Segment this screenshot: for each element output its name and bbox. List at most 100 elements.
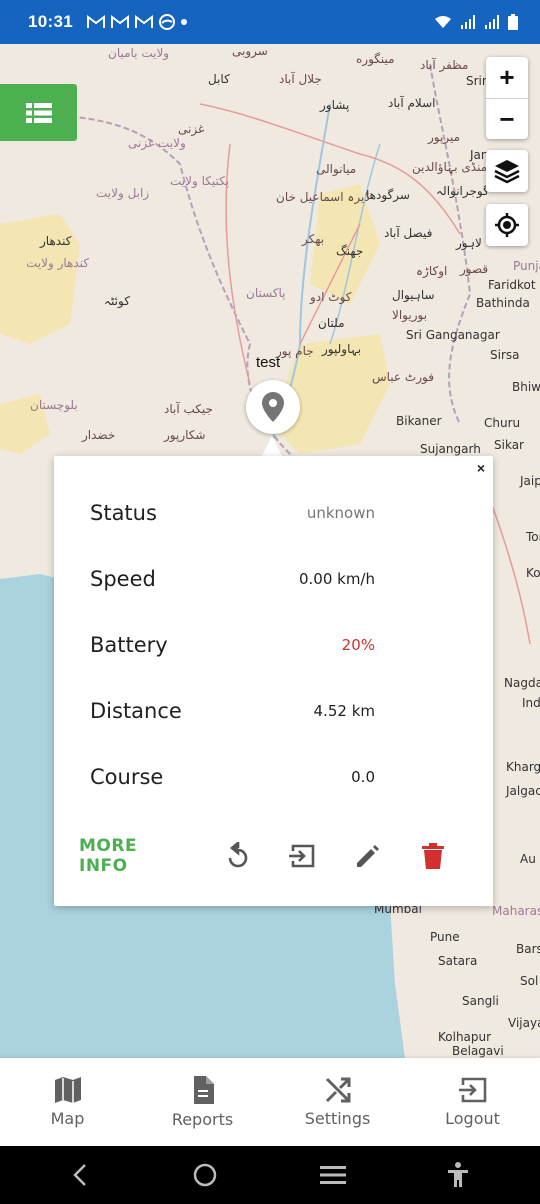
system-icons bbox=[434, 14, 518, 30]
home-icon[interactable] bbox=[192, 1162, 218, 1188]
gmail-icon bbox=[86, 15, 105, 28]
map-label: قصور bbox=[460, 262, 489, 276]
nav-settings[interactable]: Settings bbox=[270, 1058, 405, 1146]
map-label: Sirsa bbox=[490, 348, 520, 362]
zoom-out-button[interactable]: − bbox=[486, 98, 528, 139]
device-popup: × Status unknown Speed 0.00 km/h Battery… bbox=[54, 456, 493, 906]
map-label: Churu bbox=[484, 416, 521, 430]
map-label: Faridkot bbox=[488, 278, 536, 292]
row-value: 0.0 bbox=[351, 768, 375, 786]
logout-icon bbox=[458, 1077, 486, 1102]
row-key: Battery bbox=[90, 633, 168, 657]
description-icon bbox=[193, 1075, 214, 1104]
info-row-speed: Speed 0.00 km/h bbox=[90, 564, 375, 594]
map-label: Sikar bbox=[494, 438, 524, 452]
map-label: ولایت غزنی bbox=[128, 136, 186, 150]
map-label: Belagavi bbox=[452, 1044, 504, 1058]
marker-label: test bbox=[256, 354, 281, 371]
map-label: پشاور bbox=[320, 98, 350, 112]
map-label: بلوچستان bbox=[30, 398, 78, 412]
map-label: کوئٹہ bbox=[104, 294, 130, 308]
back-icon[interactable] bbox=[71, 1163, 91, 1187]
nav-label: Settings bbox=[304, 1108, 371, 1128]
map-label: میانوالی bbox=[316, 162, 357, 176]
place-icon bbox=[262, 392, 284, 422]
map-label: شکارپور bbox=[164, 428, 206, 442]
status-time: 10:31 bbox=[28, 12, 73, 31]
map-label: Bathinda bbox=[476, 296, 530, 310]
map-label: لاہور bbox=[456, 236, 482, 250]
map-label: اوکاڑہ bbox=[416, 264, 448, 278]
row-value: 20% bbox=[341, 636, 375, 654]
row-key: Status bbox=[90, 501, 157, 525]
command-icon bbox=[288, 844, 315, 868]
recents-icon[interactable] bbox=[319, 1165, 346, 1185]
accessibility-icon[interactable] bbox=[447, 1162, 469, 1188]
map-label: پاکستان bbox=[246, 286, 286, 300]
map-label: Vijaya bbox=[508, 1016, 540, 1030]
map-label: Sangli bbox=[462, 994, 499, 1008]
map-label: اسلام آباد bbox=[388, 96, 436, 110]
map-label: خضدار bbox=[82, 428, 116, 442]
my-location-button[interactable] bbox=[486, 204, 528, 246]
map-label: سروبی bbox=[232, 44, 268, 58]
status-bar: 10:31 bbox=[0, 0, 540, 44]
wifi-icon bbox=[435, 16, 451, 28]
row-key: Course bbox=[90, 765, 164, 789]
map-label: جیکب آباد bbox=[164, 402, 213, 416]
map-label: میرپور bbox=[428, 130, 461, 144]
edit-button[interactable] bbox=[349, 838, 388, 874]
map-label: منڈی بہاؤالدین bbox=[412, 160, 488, 174]
zoom-in-button[interactable]: + bbox=[486, 57, 528, 98]
info-row-status: Status unknown bbox=[90, 498, 375, 528]
device-list-button[interactable] bbox=[0, 84, 77, 141]
close-popup-button[interactable]: × bbox=[477, 460, 485, 476]
signal-icon bbox=[485, 15, 499, 29]
nav-label: Logout bbox=[445, 1108, 500, 1128]
list-icon bbox=[25, 102, 52, 123]
map-label: Bhiwa bbox=[512, 380, 540, 394]
layers-button[interactable] bbox=[486, 150, 528, 192]
map-label: بھکر bbox=[302, 232, 325, 246]
map-label: Jalgac bbox=[506, 784, 540, 798]
command-button[interactable] bbox=[283, 838, 322, 874]
map-label: زابل ولایت bbox=[96, 186, 150, 200]
map-label: سرگودھا bbox=[366, 188, 410, 202]
map-label: غزنی bbox=[178, 122, 205, 136]
map-label: جلال آباد bbox=[279, 72, 322, 86]
popup-pointer bbox=[262, 436, 282, 456]
map-label: کوٹ ادو bbox=[310, 290, 352, 304]
map-label: بہاولپور bbox=[322, 342, 362, 356]
row-value: 4.52 km bbox=[313, 702, 375, 720]
map-label: Tor bbox=[526, 530, 540, 544]
dot-icon bbox=[180, 19, 187, 25]
map-label: Maharash bbox=[492, 904, 540, 918]
system-navigation bbox=[0, 1146, 540, 1204]
bottom-navigation: Map Reports Settings Logout bbox=[0, 1058, 540, 1146]
map-label: ملتان bbox=[318, 316, 345, 330]
battery-icon bbox=[508, 14, 518, 30]
locate-icon bbox=[495, 213, 519, 237]
map-label: مظفر آباد bbox=[420, 58, 469, 72]
nav-label: Map bbox=[50, 1108, 85, 1128]
map-label: Kolhapur bbox=[438, 1030, 492, 1044]
shuffle-icon bbox=[325, 1077, 350, 1102]
delete-button[interactable] bbox=[414, 838, 453, 874]
map-icon bbox=[54, 1076, 81, 1103]
map-label: ولایت بامیان bbox=[108, 46, 170, 60]
nav-map[interactable]: Map bbox=[0, 1058, 135, 1146]
replay-button[interactable] bbox=[218, 838, 257, 874]
map-label: ساہیوال bbox=[392, 288, 435, 302]
edit-icon bbox=[357, 845, 380, 867]
zoom-control: + − bbox=[486, 57, 528, 139]
map-label: Bikaner bbox=[396, 414, 442, 428]
device-marker[interactable] bbox=[246, 380, 300, 434]
row-value: unknown bbox=[306, 504, 375, 522]
nav-logout[interactable]: Logout bbox=[405, 1058, 540, 1146]
browser-icon bbox=[158, 14, 175, 30]
row-key: Distance bbox=[90, 699, 182, 723]
map-label: کابل bbox=[208, 72, 230, 86]
map-label: Khargo bbox=[506, 760, 540, 774]
more-info-button[interactable]: MORE INFO bbox=[79, 836, 190, 876]
nav-reports[interactable]: Reports bbox=[135, 1058, 270, 1146]
